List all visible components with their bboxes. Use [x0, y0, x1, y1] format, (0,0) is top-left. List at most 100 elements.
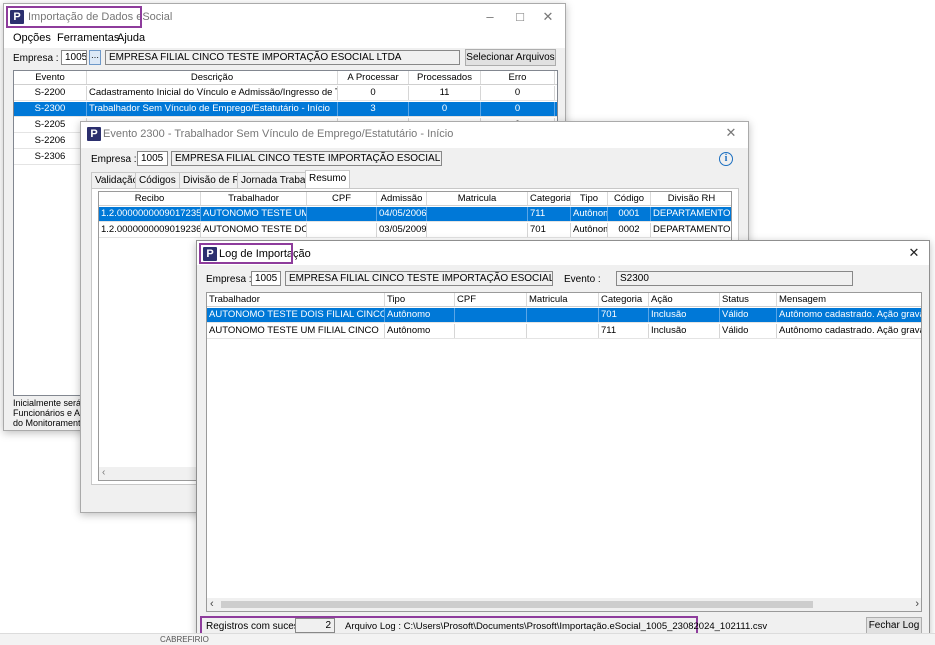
cell-evento: S-2300 — [14, 102, 87, 116]
cell-processados: 11 — [409, 86, 481, 100]
cell-matricula — [527, 308, 599, 322]
col-codigo[interactable]: Código — [608, 192, 651, 205]
menu-ajuda[interactable]: Ajuda — [117, 32, 145, 44]
log-grid-header: Trabalhador Tipo CPF Matricula Categoria… — [207, 293, 921, 307]
log-titlebar: P Log de Importação ✕ — [197, 241, 929, 265]
cell-mensagem: Autônomo cadastrado. Ação gravada no m — [777, 308, 921, 322]
title-highlight — [6, 6, 142, 28]
cell-categoria: 711 — [528, 207, 571, 221]
close-icon[interactable]: ✕ — [899, 244, 929, 262]
col-a-processar[interactable]: A Processar — [338, 71, 409, 84]
col-processados[interactable]: Processados — [409, 71, 481, 84]
cell-admissao: 04/05/2006 — [379, 207, 427, 221]
tab-resumo[interactable]: Resumo — [305, 170, 351, 188]
event-window-title: Evento 2300 - Trabalhador Sem Vínculo de… — [103, 128, 454, 140]
menu-opcoes[interactable]: Opções — [13, 32, 51, 44]
cell-recibo: 1.2.0000000009019236502 — [101, 223, 201, 237]
empresa-code-field[interactable]: 1005 — [61, 50, 87, 65]
cell-erro: 0 — [481, 102, 555, 116]
tab-strip: Validação Códigos Divisão de RH Jornada … — [91, 170, 731, 188]
fechar-log-button[interactable]: Fechar Log — [866, 617, 922, 634]
scroll-left-icon[interactable]: ‹ — [102, 467, 105, 478]
cell-matricula — [427, 207, 528, 221]
cell-evento: S-2206 — [14, 134, 87, 148]
cell-evento: S-2200 — [14, 86, 87, 100]
events-grid-header: Evento Descrição A Processar Processados… — [14, 71, 557, 85]
evento-field: S2300 — [616, 271, 853, 286]
empresa-code-field: 1005 — [137, 151, 168, 166]
empresa-code-field: 1005 — [251, 271, 281, 286]
cell-divisao-rh: DEPARTAMENTO ÚNI — [651, 223, 731, 237]
empresa-label: Empresa : — [206, 274, 252, 285]
title-highlight — [199, 243, 293, 264]
cell-tipo: Autônomo — [571, 223, 608, 237]
col-evento[interactable]: Evento — [14, 71, 87, 84]
cell-erro: 0 — [481, 86, 555, 100]
col-acao[interactable]: Ação — [649, 293, 720, 306]
table-row[interactable]: 1.2.0000000009019236502 AUTONOMO TESTE D… — [99, 223, 731, 238]
cell-processados: 0 — [409, 102, 481, 116]
empresa-lookup-button[interactable]: ⋯ — [89, 50, 101, 65]
cell-cpf — [455, 308, 527, 322]
col-categoria[interactable]: Categoria — [599, 293, 649, 306]
col-tipo[interactable]: Tipo — [571, 192, 608, 205]
cell-a-processar: 3 — [338, 102, 409, 116]
col-cpf[interactable]: CPF — [307, 192, 377, 205]
col-status[interactable]: Status — [720, 293, 777, 306]
cell-acao: Inclusão — [649, 308, 720, 322]
col-categoria[interactable]: Categoria — [528, 192, 571, 205]
background-strip: CABREFIRIO — [0, 633, 935, 645]
cell-trabalhador: AUTONOMO TESTE DOIS FILIAL CINCO — [209, 308, 385, 322]
table-row[interactable]: S-2200 Cadastramento Inicial do Vínculo … — [14, 86, 557, 101]
col-tipo[interactable]: Tipo — [385, 293, 455, 306]
col-cpf[interactable]: CPF — [455, 293, 527, 306]
select-files-button[interactable]: Selecionar Arquivos — [465, 49, 556, 66]
cell-divisao-rh: DEPARTAMENTO ÚNI — [651, 207, 731, 221]
col-divisao-rh[interactable]: Divisão RH — [651, 192, 731, 205]
table-row[interactable]: 1.2.0000000009017235512 AUTONOMO TESTE U… — [99, 207, 731, 222]
evento-label: Evento : — [564, 274, 601, 285]
close-icon[interactable]: ✕ — [716, 124, 746, 142]
cell-recibo: 1.2.0000000009017235512 — [101, 207, 201, 221]
cell-tipo: Autônomo — [385, 308, 455, 322]
scroll-right-icon[interactable]: › — [915, 598, 919, 610]
col-admissao[interactable]: Admissão — [377, 192, 427, 205]
table-row[interactable]: S-2300 Trabalhador Sem Vínculo de Empreg… — [14, 102, 557, 117]
cell-codigo: 0001 — [608, 207, 651, 221]
col-erro[interactable]: Erro — [481, 71, 555, 84]
table-row[interactable]: AUTONOMO TESTE DOIS FILIAL CINCO Autônom… — [207, 308, 921, 323]
col-trabalhador[interactable]: Trabalhador — [201, 192, 307, 205]
cell-descricao: Cadastramento Inicial do Vínculo e Admis… — [87, 86, 338, 100]
scroll-left-icon[interactable]: ‹ — [210, 598, 214, 610]
tab-codigos[interactable]: Códigos — [135, 172, 180, 188]
empresa-label: Empresa : — [13, 53, 59, 64]
cell-tipo: Autônomo — [385, 324, 455, 338]
col-mensagem[interactable]: Mensagem — [777, 293, 921, 306]
log-grid: Trabalhador Tipo CPF Matricula Categoria… — [206, 292, 922, 612]
maximize-icon[interactable]: □ — [505, 8, 535, 26]
col-matricula[interactable]: Matricula — [427, 192, 528, 205]
col-trabalhador[interactable]: Trabalhador — [207, 293, 385, 306]
close-icon[interactable]: ✕ — [533, 8, 563, 26]
main-titlebar: P Importação de Dados eSocial – □ ✕ — [4, 4, 565, 30]
cell-admissao: 03/05/2009 — [379, 223, 427, 237]
scrollbar-thumb[interactable] — [221, 601, 813, 608]
cell-codigo: 0002 — [608, 223, 651, 237]
cell-evento: S-2306 — [14, 150, 87, 164]
col-matricula[interactable]: Matricula — [527, 293, 599, 306]
menu-ferramentas[interactable]: Ferramentas — [57, 32, 119, 44]
minimize-icon[interactable]: – — [475, 8, 505, 26]
ellipsis-icon: ⋯ — [91, 53, 99, 62]
cell-categoria: 701 — [599, 308, 649, 322]
table-row[interactable]: AUTONOMO TESTE UM FILIAL CINCO Autônomo … — [207, 324, 921, 339]
cell-categoria: 711 — [599, 324, 649, 338]
cell-cpf — [455, 324, 527, 338]
cell-cpf — [307, 207, 377, 221]
col-recibo[interactable]: Recibo — [99, 192, 201, 205]
cell-matricula — [427, 223, 528, 237]
horizontal-scrollbar[interactable]: ‹ › — [207, 598, 921, 611]
event-titlebar: P Evento 2300 - Trabalhador Sem Vínculo … — [81, 122, 748, 148]
cell-matricula — [527, 324, 599, 338]
info-icon[interactable]: i — [719, 152, 733, 166]
col-descricao[interactable]: Descrição — [87, 71, 338, 84]
